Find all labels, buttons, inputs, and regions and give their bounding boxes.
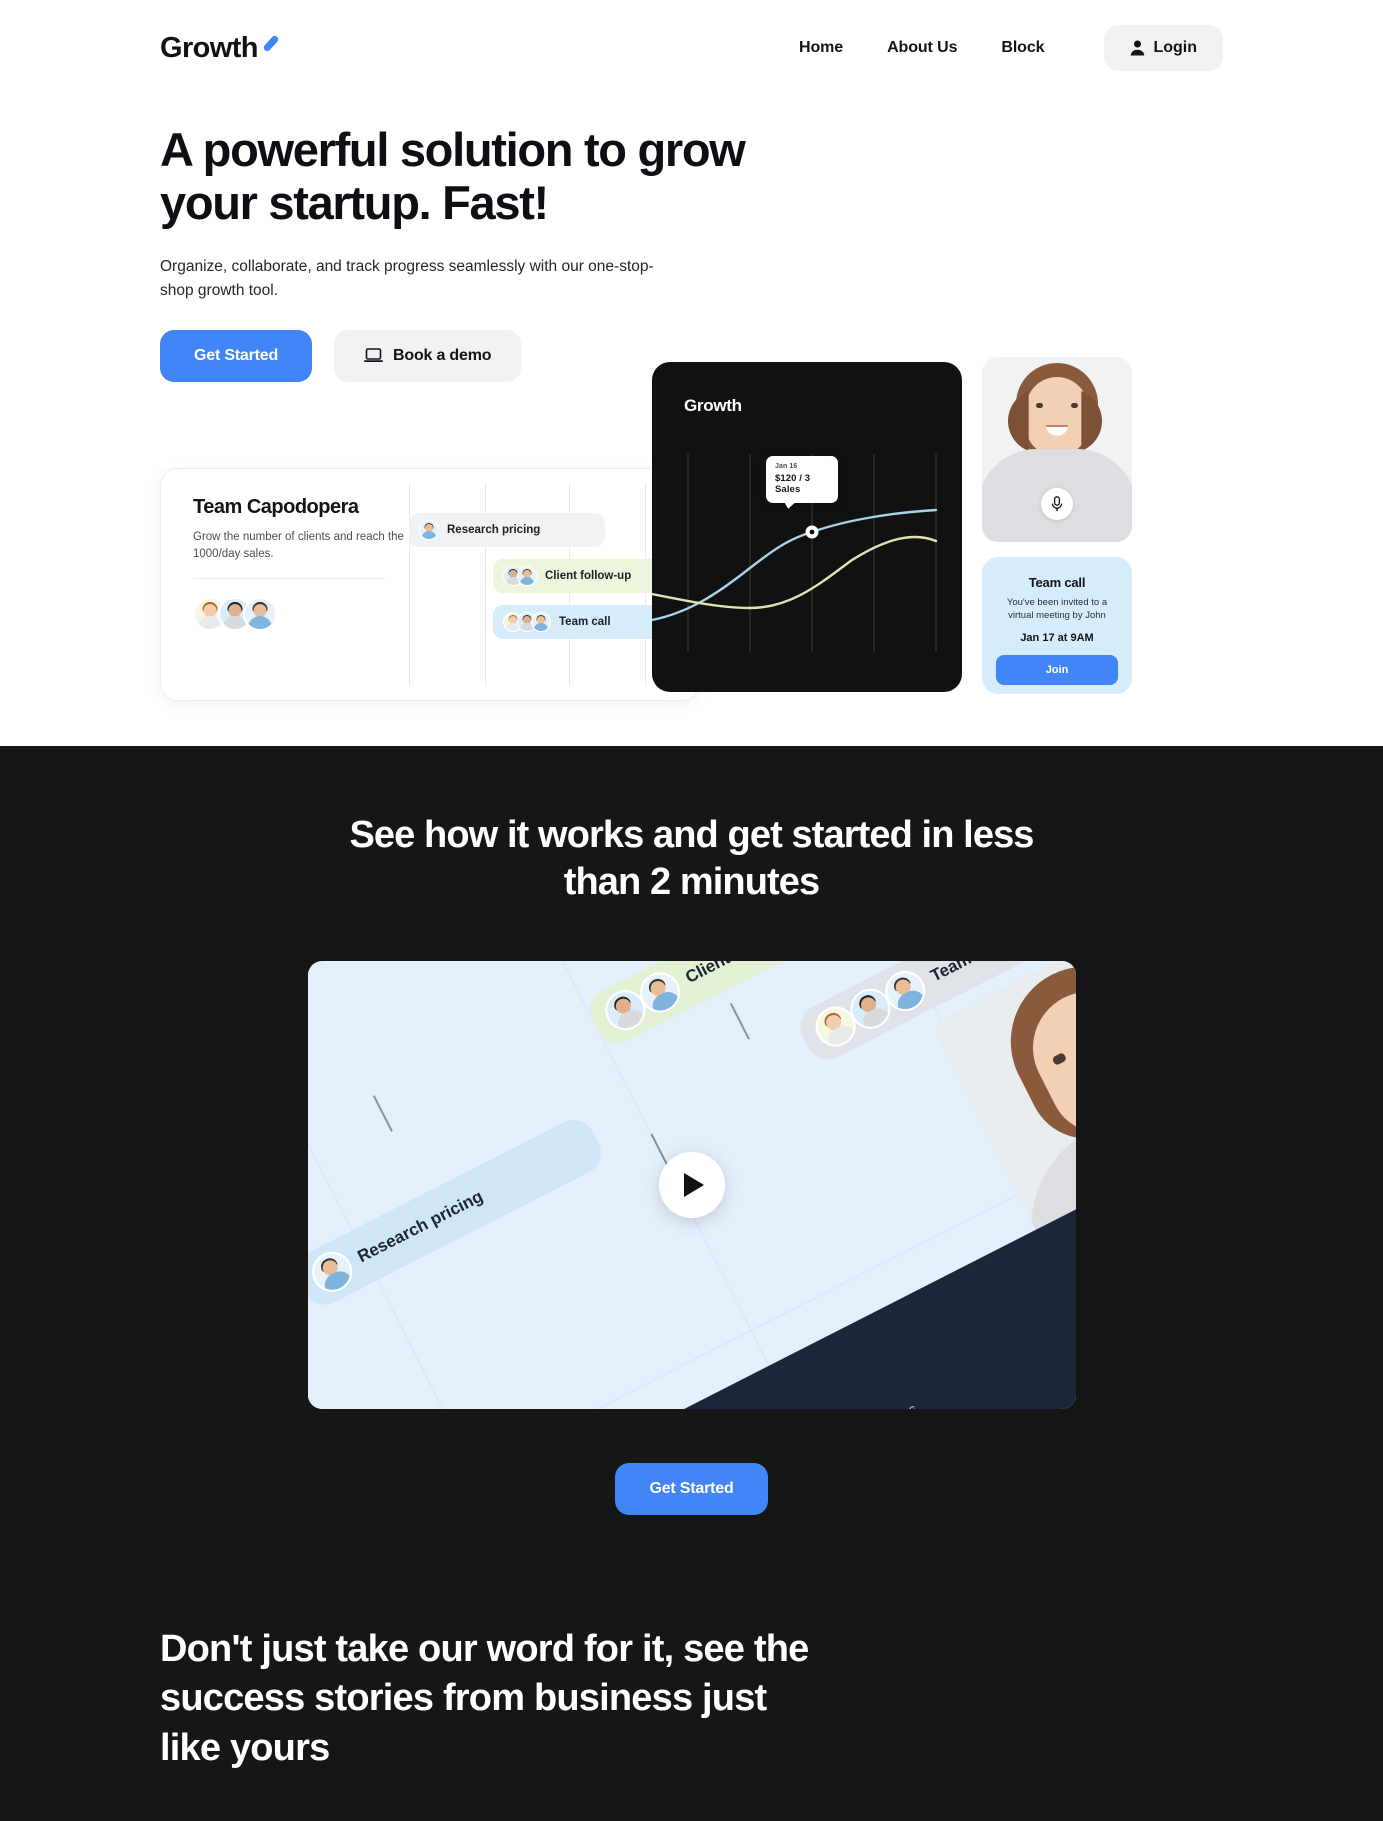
team-board-title: Team Capodopera bbox=[193, 495, 359, 518]
team-board-card: Team Capodopera Grow the number of clien… bbox=[160, 467, 700, 701]
microphone-icon bbox=[1051, 495, 1063, 511]
video-portrait-card bbox=[982, 356, 1132, 542]
hero-title: A powerful solution to grow your startup… bbox=[160, 123, 746, 229]
avatar bbox=[243, 597, 277, 632]
hero-section: A powerful solution to grow your startup… bbox=[0, 96, 1383, 746]
chart-tooltip-value: $120 / 3 Sales bbox=[775, 472, 811, 495]
task-chip-label: Research pricing bbox=[447, 523, 541, 536]
get-started-button-secondary[interactable]: Get Started bbox=[615, 1462, 768, 1515]
play-icon bbox=[684, 1172, 704, 1197]
laptop-icon bbox=[364, 348, 384, 363]
book-a-demo-label: Book a demo bbox=[393, 346, 492, 364]
team-board-info: Team Capodopera Grow the number of clien… bbox=[193, 495, 408, 632]
logo-text: Growth bbox=[160, 31, 258, 64]
play-button[interactable] bbox=[658, 1151, 725, 1218]
video-section-heading: See how it works and get started in less… bbox=[349, 813, 1034, 903]
video-cta-group: Get Started bbox=[0, 1462, 1383, 1515]
landing-page: Growth Home About Us Block Login A power… bbox=[0, 0, 1383, 1821]
site-header: Growth Home About Us Block Login bbox=[0, 0, 1383, 96]
join-call-button[interactable]: Join bbox=[996, 654, 1118, 685]
video-player[interactable]: Research pricing Client followup bbox=[307, 960, 1076, 1409]
growth-chart-plot bbox=[652, 453, 938, 652]
hero-visual: Team Capodopera Grow the number of clien… bbox=[160, 356, 1223, 746]
team-avatar-group bbox=[193, 597, 408, 632]
growth-chart-card: Growth Jan 16 $120 / 3 Sales bbox=[652, 361, 962, 692]
nav-item-block[interactable]: Block bbox=[1001, 39, 1044, 57]
book-a-demo-button[interactable]: Book a demo bbox=[334, 329, 522, 382]
avatar bbox=[419, 519, 439, 540]
divider bbox=[193, 578, 385, 580]
task-chip-label: Client follow-up bbox=[545, 569, 632, 582]
team-call-title: Team call bbox=[1028, 574, 1086, 590]
chart-tooltip-date: Jan 16 bbox=[775, 462, 798, 470]
login-button[interactable]: Login bbox=[1104, 25, 1223, 71]
task-chip-label: Team call bbox=[559, 615, 611, 628]
task-chip-research-pricing[interactable]: Research pricing bbox=[409, 512, 605, 547]
team-call-description: You've been invited to a virtual meeting… bbox=[1006, 596, 1108, 622]
chart-tooltip: Jan 16 $120 / 3 Sales bbox=[766, 455, 838, 509]
logo[interactable]: Growth bbox=[160, 32, 280, 65]
team-call-time: Jan 17 at 9AM bbox=[1020, 631, 1094, 644]
avatar bbox=[307, 1244, 359, 1299]
microphone-button[interactable] bbox=[1041, 487, 1073, 520]
nav-item-home[interactable]: Home bbox=[799, 39, 843, 57]
video-section: See how it works and get started in less… bbox=[0, 745, 1383, 1821]
nav-item-about-us[interactable]: About Us bbox=[887, 39, 957, 57]
team-call-card: Team call You've been invited to a virtu… bbox=[982, 556, 1132, 694]
main-nav: Home About Us Block Login bbox=[799, 25, 1223, 71]
avatar bbox=[531, 611, 551, 632]
login-button-label: Login bbox=[1153, 39, 1197, 56]
hero-subtitle: Organize, collaborate, and track progres… bbox=[160, 258, 654, 299]
get-started-button[interactable]: Get Started bbox=[160, 329, 313, 382]
success-stories-section: Don't just take our word for it, see the… bbox=[0, 1515, 1383, 1773]
avatar bbox=[517, 565, 537, 586]
success-stories-heading: Don't just take our word for it, see the… bbox=[160, 1627, 809, 1769]
checkmark-tick-icon bbox=[262, 33, 280, 53]
team-board-description: Grow the number of clients and reach the… bbox=[193, 531, 404, 560]
person-icon bbox=[1131, 40, 1145, 56]
